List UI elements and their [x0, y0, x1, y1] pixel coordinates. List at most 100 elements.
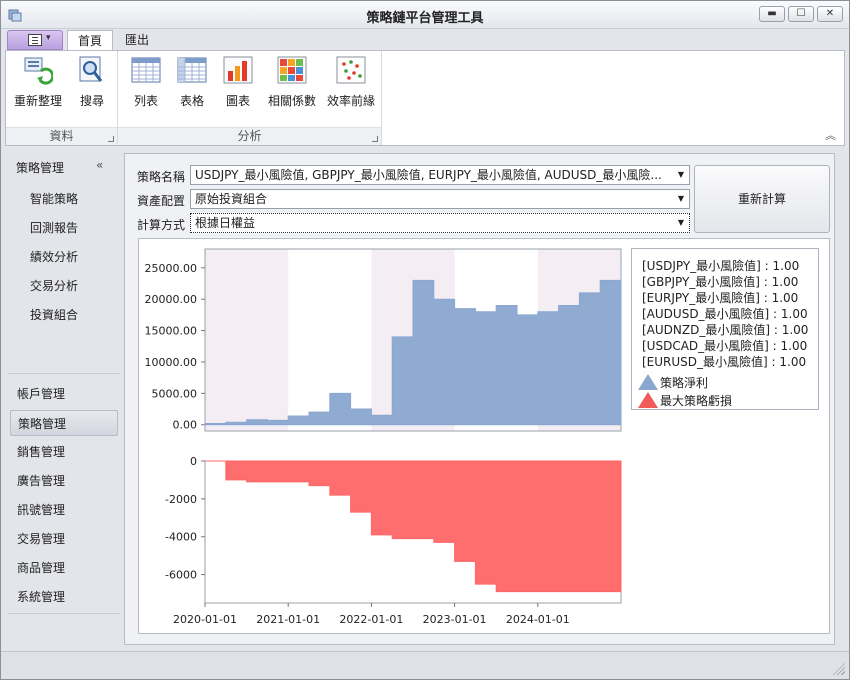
x-tick-label: 2023-01-01 [423, 613, 487, 626]
table-button[interactable]: 表格 [170, 55, 214, 109]
y-tick-label: 20000.00 [145, 293, 198, 306]
chart-button-label: 圖表 [225, 94, 250, 108]
recalculate-button[interactable]: 重新計算 [694, 165, 830, 233]
legend-weight-audusd: [AUDUSD_最小風險值] : 1.00 [642, 307, 808, 321]
nav-main-products[interactable]: 商品管理 [10, 555, 118, 581]
y-tick-label: -4000 [165, 531, 197, 544]
bar-chart-icon [223, 56, 253, 84]
ribbon-panel: 重新整理 搜尋 資料 列表 表格 圖表 相關係數 效率前緣 分析 ︽ [5, 50, 845, 146]
efficient-frontier-button-label: 效率前緣 [326, 94, 375, 108]
y-tick-label: 0 [190, 455, 197, 468]
y-tick-label: 5000.00 [152, 387, 198, 400]
chart-legend: [USDJPY_最小風險值] : 1.00 [GBPJPY_最小風險值] : 1… [631, 248, 819, 410]
nav-item-backtest-report[interactable]: 回測報告 [30, 219, 78, 236]
legend-triangle-icon [638, 374, 658, 390]
chart-button[interactable]: 圖表 [216, 55, 260, 109]
ribbon-group-data: 重新整理 搜尋 資料 [6, 51, 118, 145]
legend-weight-gbpjpy: [GBPJPY_最小風險值] : 1.00 [642, 275, 799, 289]
window-title: 策略鏈平台管理工具 [366, 11, 484, 26]
menu-icon [28, 34, 42, 46]
nav-group-header[interactable]: 策略管理 [16, 159, 64, 176]
nav-item-smart-strategy[interactable]: 智能策略 [30, 190, 78, 207]
title-bar[interactable]: 策略鏈平台管理工具 ▬ ☐ ✕ [1, 1, 849, 29]
legend-weight-audnzd: [AUDNZD_最小風險值] : 1.00 [642, 323, 809, 337]
y-tick-label: 15000.00 [145, 325, 198, 338]
calc-method-label: 計算方式 [137, 218, 186, 232]
chevron-down-icon[interactable]: ▼ [673, 166, 689, 184]
x-tick-label: 2022-01-01 [339, 613, 403, 626]
list-icon [131, 57, 161, 83]
ribbon-group-analysis: 列表 表格 圖表 相關係數 效率前緣 分析 [118, 51, 382, 145]
search-button-label: 搜尋 [79, 94, 104, 108]
nav-divider [8, 373, 120, 374]
efficient-frontier-button[interactable]: 效率前緣 [324, 55, 378, 109]
ribbon-group-label-data: 資料 [6, 127, 117, 145]
y-tick-label: -6000 [165, 569, 197, 582]
refresh-button[interactable]: 重新整理 [10, 55, 66, 109]
chevron-down-icon: ▾ [46, 33, 51, 43]
nav-item-trade-analysis[interactable]: 交易分析 [30, 277, 78, 294]
nav-main-strategy[interactable]: 策略管理 [10, 410, 118, 436]
nav-main-trading[interactable]: 交易管理 [10, 526, 118, 552]
application-menu-button[interactable]: ▾ [7, 30, 63, 50]
navigation-pane: 策略管理 « 智能策略 回測報告 績效分析 交易分析 投資組合 帳戶管理 策略管… [8, 153, 120, 615]
chevron-down-icon[interactable]: ▼ [673, 214, 689, 232]
x-tick-label: 2024-01-01 [506, 613, 570, 626]
strategy-name-label: 策略名稱 [137, 170, 186, 184]
collapse-ribbon-icon[interactable]: ︽ [825, 127, 836, 143]
allocation-label: 資產配置 [137, 194, 186, 208]
y-tick-label: -2000 [165, 493, 197, 506]
x-tick-label: 2021-01-01 [256, 613, 320, 626]
calc-method-combo[interactable]: 根據日權益 ▼ [190, 213, 690, 233]
y-tick-label: 10000.00 [145, 356, 198, 369]
y-tick-label: 0.00 [173, 419, 198, 432]
nav-main-sales[interactable]: 銷售管理 [10, 439, 118, 465]
minimize-button[interactable]: ▬ [759, 6, 785, 22]
legend-series-net-profit: 策略淨利 [660, 376, 709, 390]
list-button-label: 列表 [133, 94, 158, 108]
nav-main-ads[interactable]: 廣告管理 [10, 468, 118, 494]
dialog-launcher-icon[interactable] [108, 136, 114, 142]
series-area-1 [205, 460, 622, 593]
table-button-label: 表格 [179, 94, 204, 108]
ribbon-tab-strip: ▾ 首頁 匯出 [1, 29, 849, 51]
strategy-name-combo[interactable]: USDJPY_最小風險值, GBPJPY_最小風險值, EURJPY_最小風險值… [190, 165, 690, 185]
dialog-launcher-icon[interactable] [372, 136, 378, 142]
nav-main-accounts[interactable]: 帳戶管理 [10, 381, 118, 407]
ribbon-group-label-analysis: 分析 [118, 127, 381, 145]
app-window: 策略鏈平台管理工具 ▬ ☐ ✕ ▾ 首頁 匯出 重新整理 搜尋 資料 列表 表格… [0, 0, 850, 680]
x-tick-label: 2020-01-01 [173, 613, 237, 626]
close-button[interactable]: ✕ [817, 6, 843, 22]
tab-export[interactable]: 匯出 [115, 30, 159, 51]
nav-item-portfolio[interactable]: 投資組合 [30, 306, 78, 323]
nav-main-signals[interactable]: 訊號管理 [10, 497, 118, 523]
nav-divider [8, 613, 120, 614]
correlation-button[interactable]: 相關係數 [262, 55, 322, 109]
refresh-button-label: 重新整理 [13, 94, 62, 108]
search-icon [79, 56, 103, 82]
legend-weight-eurusd: [EURUSD_最小風險值] : 1.00 [642, 355, 807, 369]
y-tick-label: 25000.00 [145, 262, 198, 275]
chevron-down-icon[interactable]: ▼ [673, 190, 689, 208]
nav-item-performance-analysis[interactable]: 績效分析 [30, 248, 78, 265]
allocation-value: 原始投資組合 [195, 192, 268, 206]
correlation-icon [277, 56, 307, 84]
legend-weight-usdcad: [USDCAD_最小風險值] : 1.00 [642, 339, 808, 353]
year-band [205, 249, 289, 431]
legend-weight-eurjpy: [EURJPY_最小風險值] : 1.00 [642, 291, 799, 305]
tab-home[interactable]: 首頁 [67, 30, 114, 51]
strategy-name-value: USDJPY_最小風險值, GBPJPY_最小風險值, EURJPY_最小風險值… [195, 168, 662, 182]
refresh-icon [24, 57, 55, 85]
list-button[interactable]: 列表 [124, 55, 168, 109]
collapse-pane-icon[interactable]: « [96, 158, 103, 172]
analysis-panel: 策略名稱 USDJPY_最小風險值, GBPJPY_最小風險值, EURJPY_… [124, 153, 835, 645]
scatter-icon [336, 56, 366, 84]
search-button[interactable]: 搜尋 [70, 55, 114, 109]
nav-main-system[interactable]: 系統管理 [10, 584, 118, 610]
maximize-button[interactable]: ☐ [788, 6, 814, 22]
allocation-combo[interactable]: 原始投資組合 ▼ [190, 189, 690, 209]
status-bar [1, 651, 849, 679]
calc-method-value: 根據日權益 [195, 216, 256, 230]
legend-triangle-icon [638, 392, 658, 408]
resize-grip-icon[interactable] [833, 663, 845, 675]
